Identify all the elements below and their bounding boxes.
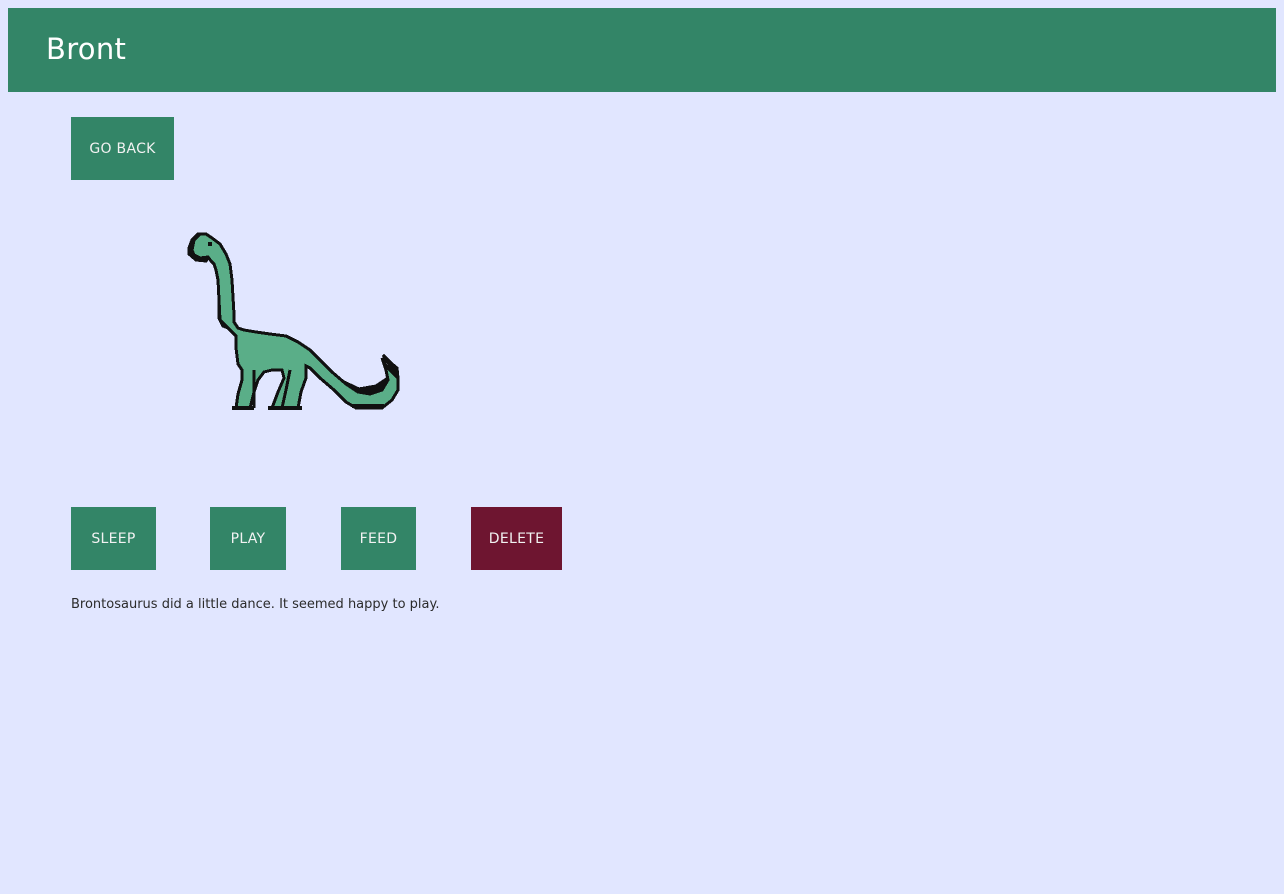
brontosaurus-body	[190, 232, 400, 410]
sleep-button[interactable]: SLEEP	[71, 507, 156, 570]
app-header: Bront	[8, 8, 1276, 92]
delete-button[interactable]: DELETE	[471, 507, 562, 570]
brontosaurus-tail-base	[352, 404, 384, 408]
brontosaurus-eye	[208, 242, 212, 246]
pet-name-title: Bront	[46, 32, 127, 66]
status-message: Brontosaurus did a little dance. It seem…	[71, 597, 440, 612]
brontosaurus-rear-foot	[268, 406, 302, 410]
play-button[interactable]: PLAY	[210, 507, 286, 570]
pet-detail-page: Bront GO BACK SLEEP PLAY FEED DELETE Bro…	[0, 0, 1284, 894]
brontosaurus-front-foot	[232, 406, 254, 410]
go-back-button[interactable]: GO BACK	[71, 117, 174, 180]
feed-button[interactable]: FEED	[341, 507, 416, 570]
brontosaurus-image	[187, 232, 400, 410]
